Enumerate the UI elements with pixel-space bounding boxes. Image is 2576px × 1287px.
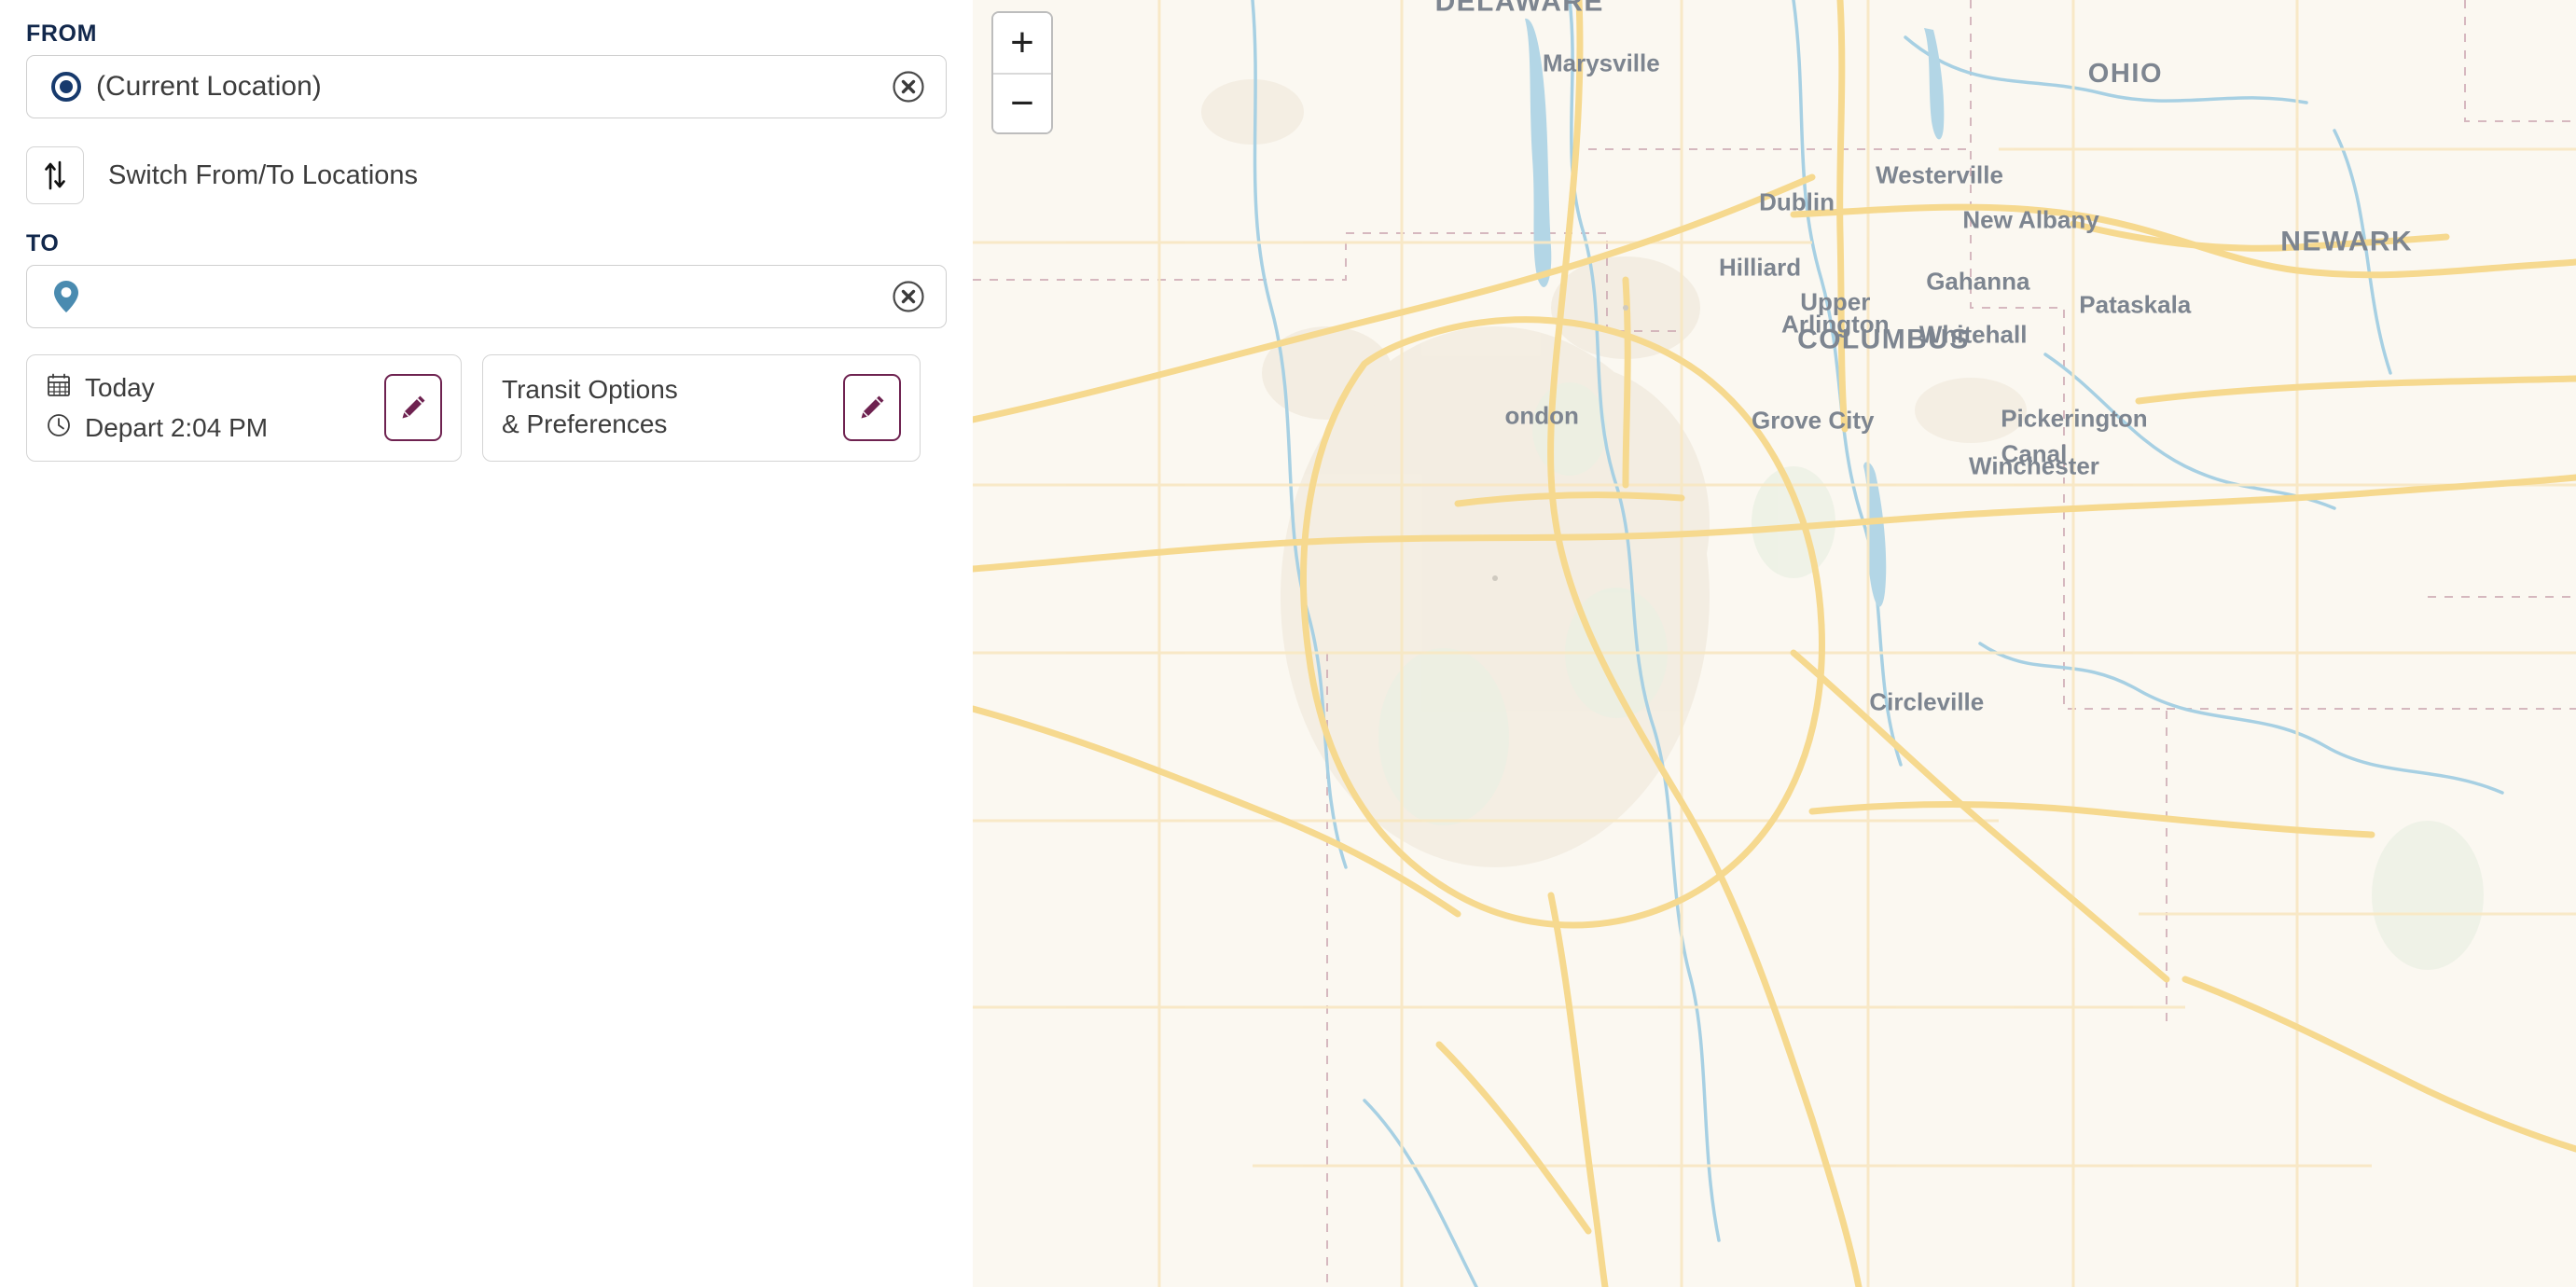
pencil-edit-icon bbox=[861, 395, 884, 419]
to-field-label: TO bbox=[26, 230, 60, 256]
trip-planner-form-panel: FROM (Current Location) Switch From/To L… bbox=[0, 0, 973, 1287]
calendar-icon bbox=[46, 372, 72, 403]
date-time-card-content: Today Depart 2:04 PM bbox=[46, 372, 268, 444]
clock-icon bbox=[46, 412, 72, 443]
zoom-out-button[interactable]: − bbox=[993, 73, 1051, 132]
from-field-label: FROM bbox=[26, 21, 97, 47]
transit-preferences-card[interactable]: Transit Options & Preferences bbox=[482, 354, 921, 462]
date-line: Today bbox=[46, 372, 268, 403]
switch-locations-row[interactable]: Switch From/To Locations bbox=[26, 146, 947, 204]
trip-options-cards: Today Depart 2:04 PM Transit Options & P… bbox=[26, 354, 947, 462]
from-clear-icon[interactable] bbox=[890, 68, 927, 105]
zoom-in-button[interactable]: + bbox=[993, 13, 1051, 73]
time-text: Depart 2:04 PM bbox=[85, 413, 269, 443]
switch-locations-label: Switch From/To Locations bbox=[108, 159, 419, 190]
to-clear-icon[interactable] bbox=[890, 278, 927, 315]
transit-preferences-line2: & Preferences bbox=[502, 409, 668, 439]
from-input-value: (Current Location) bbox=[96, 73, 322, 101]
current-location-radio-icon bbox=[46, 71, 87, 103]
map-pin-icon bbox=[46, 279, 87, 314]
edit-date-time-button[interactable] bbox=[384, 374, 442, 442]
to-input[interactable] bbox=[26, 265, 947, 328]
map-basemap bbox=[973, 0, 2576, 1287]
time-line: Depart 2:04 PM bbox=[46, 412, 268, 443]
pencil-edit-icon bbox=[402, 395, 425, 419]
edit-transit-preferences-button[interactable] bbox=[843, 374, 901, 442]
date-text: Today bbox=[85, 373, 155, 402]
transit-preferences-line1: Transit Options bbox=[502, 375, 678, 405]
map-canvas[interactable]: DELAWARE OHIO Marysville Westerville Dub… bbox=[973, 0, 2576, 1287]
swap-vertical-arrows-icon[interactable] bbox=[26, 146, 84, 204]
map-zoom-controls[interactable]: + − bbox=[991, 11, 1053, 134]
date-time-card[interactable]: Today Depart 2:04 PM bbox=[26, 354, 462, 462]
trip-planner-screen: FROM (Current Location) Switch From/To L… bbox=[0, 0, 2576, 1287]
transit-preferences-text: Transit Options & Preferences bbox=[502, 373, 678, 442]
from-input[interactable]: (Current Location) bbox=[26, 55, 947, 118]
